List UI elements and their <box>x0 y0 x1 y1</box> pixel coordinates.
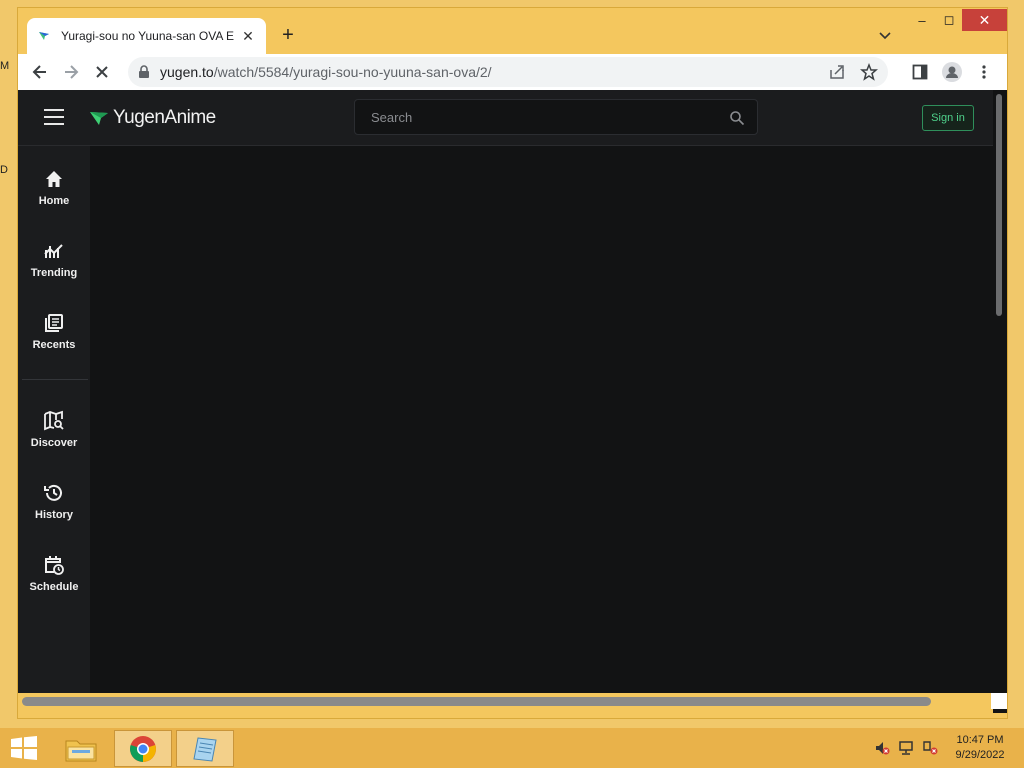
hamburger-menu-icon[interactable] <box>44 109 64 125</box>
minimize-button[interactable]: – <box>908 9 936 31</box>
close-icon <box>96 66 108 78</box>
browser-tab[interactable]: Yuragi-sou no Yuuna-san OVA Ep ✕ <box>27 18 266 54</box>
taskbar: 10:47 PM 9/29/2022 <box>0 728 1024 768</box>
search-input[interactable]: Search <box>354 99 758 135</box>
chrome-icon <box>130 735 156 762</box>
taskbar-notepad[interactable] <box>176 730 234 767</box>
system-clock[interactable]: 10:47 PM 9/29/2022 <box>945 733 1015 763</box>
address-bar[interactable]: yugen.to/watch/5584/yuragi-sou-no-yuuna-… <box>128 57 888 87</box>
bookmark-star-icon[interactable] <box>860 63 878 81</box>
tab-title: Yuragi-sou no Yuuna-san OVA Ep <box>61 29 234 43</box>
sidebar-label-home: Home <box>38 195 70 207</box>
taskbar-file-explorer[interactable] <box>52 730 110 767</box>
page-viewport: YugenAnime Search Sign in Home Trending <box>18 90 1007 713</box>
tab-search-chevron-icon[interactable] <box>874 26 896 46</box>
stop-loading-button[interactable] <box>90 60 114 84</box>
recents-icon <box>45 314 63 332</box>
sidebar-label-schedule: Schedule <box>29 581 79 593</box>
schedule-icon <box>45 556 64 575</box>
history-icon <box>44 484 62 501</box>
volume-muted-icon[interactable] <box>874 740 890 756</box>
sidebar-label-history: History <box>35 509 73 521</box>
tab-close-icon[interactable]: ✕ <box>240 28 256 45</box>
side-panel-button[interactable] <box>908 60 932 84</box>
network-icon[interactable] <box>898 740 914 756</box>
site-logo[interactable]: YugenAnime <box>89 106 216 130</box>
sidebar-label-trending: Trending <box>30 267 78 279</box>
sidebar-item-home[interactable]: Home <box>18 168 90 228</box>
back-button[interactable] <box>28 60 52 84</box>
sidebar-item-discover[interactable]: Discover <box>18 410 90 470</box>
search-icon[interactable] <box>729 110 745 126</box>
home-icon <box>46 171 62 187</box>
horizontal-scrollbar-thumb[interactable] <box>22 697 931 706</box>
kebab-menu-icon <box>982 65 986 79</box>
trending-icon <box>44 244 63 258</box>
share-icon[interactable] <box>828 64 846 80</box>
sidebar-item-history[interactable]: History <box>18 482 90 542</box>
vertical-scrollbar-thumb[interactable] <box>996 94 1002 316</box>
site-header: YugenAnime Search Sign in <box>18 90 993 146</box>
sidebar-item-trending[interactable]: Trending <box>18 240 90 300</box>
close-window-button[interactable]: ✕ <box>962 9 1007 31</box>
windows-start-icon[interactable] <box>10 736 38 760</box>
back-arrow-icon <box>32 65 46 79</box>
search-placeholder: Search <box>371 110 413 125</box>
action-center-icon[interactable] <box>922 740 938 756</box>
file-explorer-icon <box>65 740 97 761</box>
discover-icon <box>44 410 64 431</box>
site-sidebar: Home Trending Recents Discover History S… <box>18 146 90 713</box>
side-panel-icon <box>912 64 928 80</box>
browser-toolbar: yugen.to/watch/5584/yuragi-sou-no-yuuna-… <box>18 54 1007 90</box>
desktop-label-d: D <box>0 164 8 176</box>
logo-text: YugenAnime <box>113 107 216 128</box>
sign-in-button[interactable]: Sign in <box>922 105 974 131</box>
clock-time: 10:47 PM <box>956 734 1004 746</box>
menu-button[interactable] <box>972 60 996 84</box>
forward-arrow-icon <box>65 65 79 79</box>
taskbar-chrome[interactable] <box>114 730 172 767</box>
sidebar-label-recents: Recents <box>32 339 76 351</box>
desktop-label-m: M <box>0 60 10 72</box>
logo-icon <box>90 112 108 125</box>
url-text: yugen.to/watch/5584/yuragi-sou-no-yuuna-… <box>160 64 492 80</box>
sidebar-item-schedule[interactable]: Schedule <box>18 554 90 614</box>
scrollbar-corner <box>991 693 1007 709</box>
new-tab-button[interactable]: + <box>276 24 300 48</box>
clock-date: 9/29/2022 <box>955 749 1005 761</box>
maximize-button[interactable]: ◻ <box>936 9 962 31</box>
profile-button[interactable] <box>940 60 964 84</box>
avatar-icon <box>942 62 962 82</box>
notepad-icon <box>193 736 217 762</box>
sidebar-item-recents[interactable]: Recents <box>18 312 90 372</box>
sidebar-divider <box>22 379 88 380</box>
main-content-area <box>90 146 993 713</box>
forward-button[interactable] <box>59 60 83 84</box>
site-favicon-icon <box>39 32 49 40</box>
sidebar-label-discover: Discover <box>30 437 78 449</box>
lock-icon[interactable] <box>138 65 150 79</box>
